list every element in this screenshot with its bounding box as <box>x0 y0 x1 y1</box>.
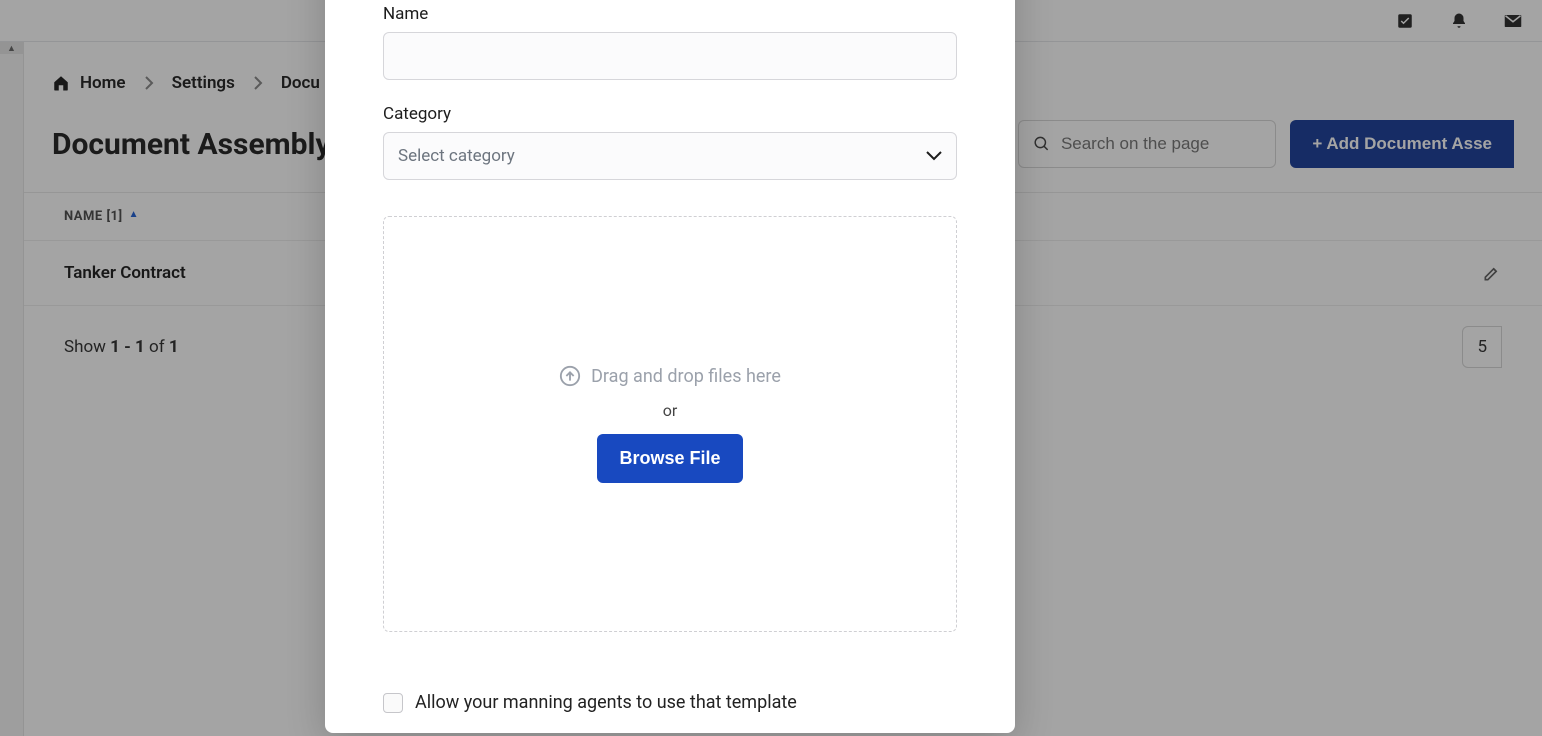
dropzone-text: Drag and drop files here <box>591 366 781 387</box>
category-select[interactable]: Select category <box>383 132 957 180</box>
upload-icon <box>559 365 581 387</box>
allow-agents-checkbox[interactable] <box>383 693 403 713</box>
dropzone-or: or <box>663 401 678 420</box>
select-placeholder: Select category <box>398 146 515 166</box>
allow-agents-row[interactable]: Allow your manning agents to use that te… <box>383 692 957 713</box>
add-document-modal: Name Category Select category Drag and d… <box>325 0 1015 733</box>
file-dropzone[interactable]: Drag and drop files here or Browse File <box>383 216 957 632</box>
name-input[interactable] <box>383 32 957 80</box>
allow-agents-label: Allow your manning agents to use that te… <box>415 692 797 713</box>
category-label: Category <box>383 104 957 124</box>
chevron-down-icon <box>926 151 942 161</box>
modal-overlay[interactable]: Name Category Select category Drag and d… <box>0 0 1542 736</box>
browse-file-button[interactable]: Browse File <box>597 434 742 483</box>
name-label: Name <box>383 4 957 24</box>
